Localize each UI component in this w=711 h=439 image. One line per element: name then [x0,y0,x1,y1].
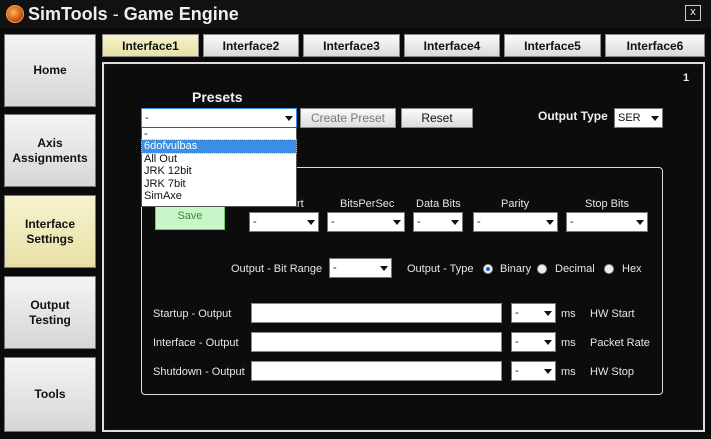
shutdown-ms-select[interactable]: - [511,361,556,381]
reset-button[interactable]: Reset [401,108,473,128]
databits-select[interactable]: - [413,212,463,232]
chevron-down-icon [390,220,404,225]
sidebar-item-label: Tools [34,387,66,401]
sidebar-item-label: Axis Assignments [12,135,88,165]
decimal-radio-label: Decimal [555,263,595,275]
simtools-logo-icon [6,5,24,23]
packet-rate-label: Packet Rate [590,337,650,349]
sidebar-item-output-testing[interactable]: Output Testing [4,276,96,349]
chevron-down-icon [541,340,555,345]
comport-header: rt [297,198,304,210]
sidebar-item-interface-settings[interactable]: Interface Settings [4,195,96,268]
sidebar-item-label: Home [33,63,67,77]
shutdown-output-label: Shutdown - Output [153,366,245,378]
create-preset-button[interactable]: Create Preset [300,108,396,128]
shutdown-ms-unit: ms [561,366,576,378]
output-type-label: Output Type [538,109,608,123]
interface-ms-select[interactable]: - [511,332,556,352]
chevron-down-icon [541,311,555,316]
chevron-down-icon [633,220,647,225]
hw-start-label: HW Start [590,308,635,320]
presets-option[interactable]: JRK 12bit [142,165,296,177]
interface-ms-unit: ms [561,337,576,349]
chevron-down-icon [304,220,318,225]
tab-interface4[interactable]: Interface4 [404,34,500,57]
stopbits-select[interactable]: - [566,212,648,232]
presets-dropdown-list: - 6dofvulbas All Out JRK 12bit JRK 7bit … [141,127,297,207]
tab-interface2[interactable]: Interface2 [203,34,299,57]
sidebar-item-label: Interface Settings [24,216,76,246]
databits-header: Data Bits [416,198,461,210]
bit-range-select[interactable]: - [329,258,392,278]
presets-option[interactable]: JRK 7bit [142,178,296,190]
hw-stop-label: HW Stop [590,366,635,378]
chevron-down-icon [543,220,557,225]
hex-radio[interactable] [604,264,614,274]
presets-option[interactable]: 6dofvulbas [141,139,297,154]
binary-radio[interactable] [483,264,493,274]
interface-output-label: Interface - Output [153,337,239,349]
output-type-format-label: Output - Type [407,263,474,275]
startup-output-label: Startup - Output [153,308,232,320]
tab-interface3[interactable]: Interface3 [303,34,400,57]
binary-radio-label: Binary [500,263,532,275]
bit-range-label: Output - Bit Range [231,263,323,275]
interface-output-field[interactable] [251,332,502,352]
chevron-down-icon [541,369,555,374]
startup-ms-unit: ms [561,308,576,320]
presets-select[interactable]: - [141,108,297,128]
chevron-down-icon [282,116,296,121]
sidebar-item-label: Output Testing [29,297,71,327]
stopbits-header: Stop Bits [585,198,630,210]
decimal-radio[interactable] [537,264,547,274]
hex-radio-label: Hex [622,263,642,275]
chevron-down-icon [648,116,662,121]
shutdown-output-field[interactable] [251,361,502,381]
tab-interface5[interactable]: Interface5 [504,34,601,57]
close-button[interactable]: x [685,5,701,21]
sidebar-item-home[interactable]: Home [4,34,96,107]
window-title: SimTools - Game Engine [28,4,239,24]
chevron-down-icon [448,220,462,225]
startup-output-field[interactable] [251,303,502,323]
tab-interface1[interactable]: Interface1 [102,34,199,57]
output-type-select[interactable]: SER [614,108,663,128]
presets-option[interactable]: All Out [142,153,296,165]
startup-ms-select[interactable]: - [511,303,556,323]
presets-title: Presets [192,89,243,105]
bitspersec-select[interactable]: - [327,212,405,232]
bitspersec-header: BitsPerSec [340,198,395,210]
presets-option[interactable]: SimAxe [142,190,296,202]
parity-select[interactable]: - [473,212,558,232]
tab-interface6[interactable]: Interface6 [605,34,705,57]
chevron-down-icon [377,266,391,271]
parity-header: Parity [501,198,530,210]
sidebar-item-axis-assignments[interactable]: Axis Assignments [4,114,96,187]
comport-select[interactable]: - [249,212,319,232]
presets-option[interactable]: - [142,128,296,140]
sidebar-item-tools[interactable]: Tools [4,357,96,432]
page-number: 1 [683,72,690,84]
